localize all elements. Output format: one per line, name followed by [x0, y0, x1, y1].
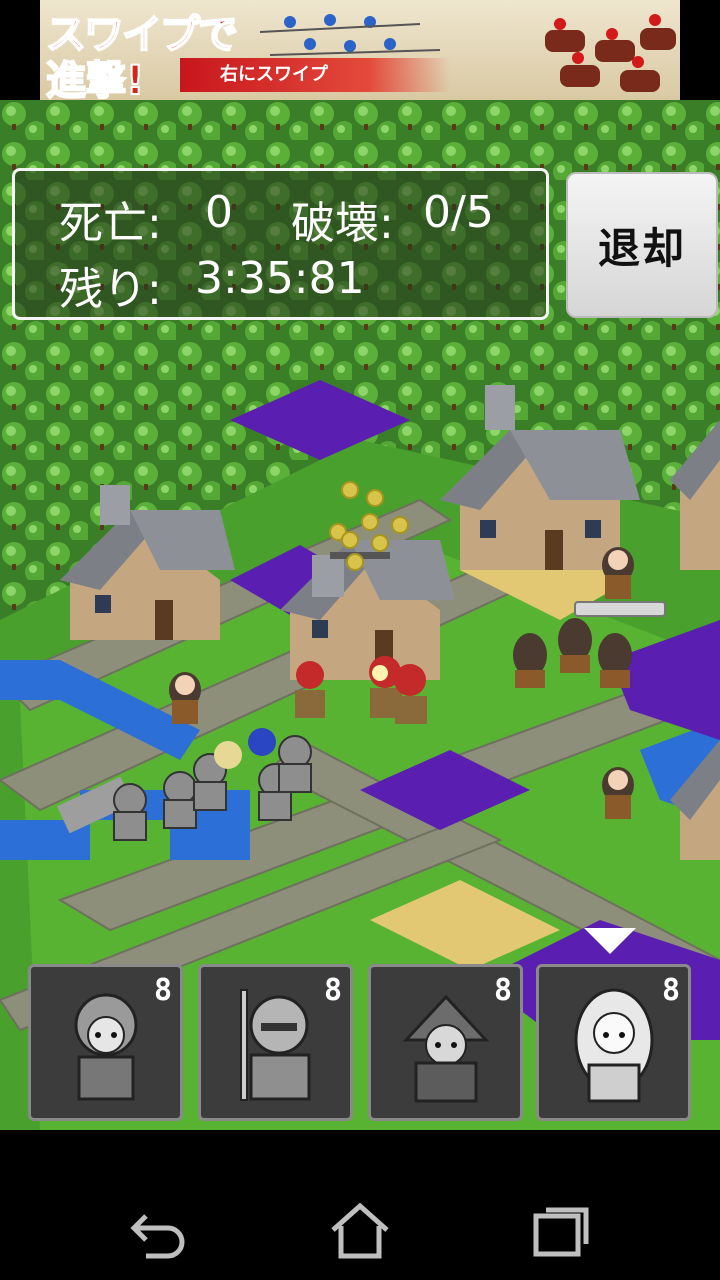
unit-card-knight[interactable]: 8	[198, 964, 353, 1121]
swordsman-portrait-icon	[74, 993, 138, 1101]
remaining-time-label: 残り:	[59, 264, 162, 315]
back-arrow-icon[interactable]	[124, 1196, 194, 1266]
unit-card-mage[interactable]: 8	[368, 964, 523, 1121]
armored-knight-portrait-icon	[240, 989, 311, 1101]
destroyed-label: 破壊:	[291, 198, 394, 249]
game-map[interactable]: 死亡: 0 破壊: 0/5 残り: 3:35:81 退却 8 8 8 8	[0, 100, 720, 1130]
unit-card-swordsman[interactable]: 8	[28, 964, 183, 1121]
hooded-mage-portrait-icon	[402, 994, 490, 1103]
destroyed-value: 0/5	[423, 187, 494, 238]
deaths-value: 0	[205, 187, 233, 238]
battle-status-panel: 死亡: 0 破壊: 0/5 残り: 3:35:81	[12, 168, 549, 320]
selected-unit-marker-icon	[584, 928, 636, 954]
recent-apps-icon[interactable]	[528, 1196, 598, 1266]
ad-cavalry-illustration	[259, 14, 676, 92]
ad-banner[interactable]: スワイプで 進撃! 右にスワイプ	[40, 0, 680, 100]
deaths-label: 死亡:	[59, 198, 162, 249]
priestess-portrait-icon	[574, 988, 654, 1103]
retreat-button[interactable]: 退却	[566, 172, 718, 318]
remaining-time-value: 3:35:81	[195, 253, 365, 304]
home-icon[interactable]	[325, 1196, 395, 1266]
unit-card-priestess[interactable]: 8	[536, 964, 691, 1121]
